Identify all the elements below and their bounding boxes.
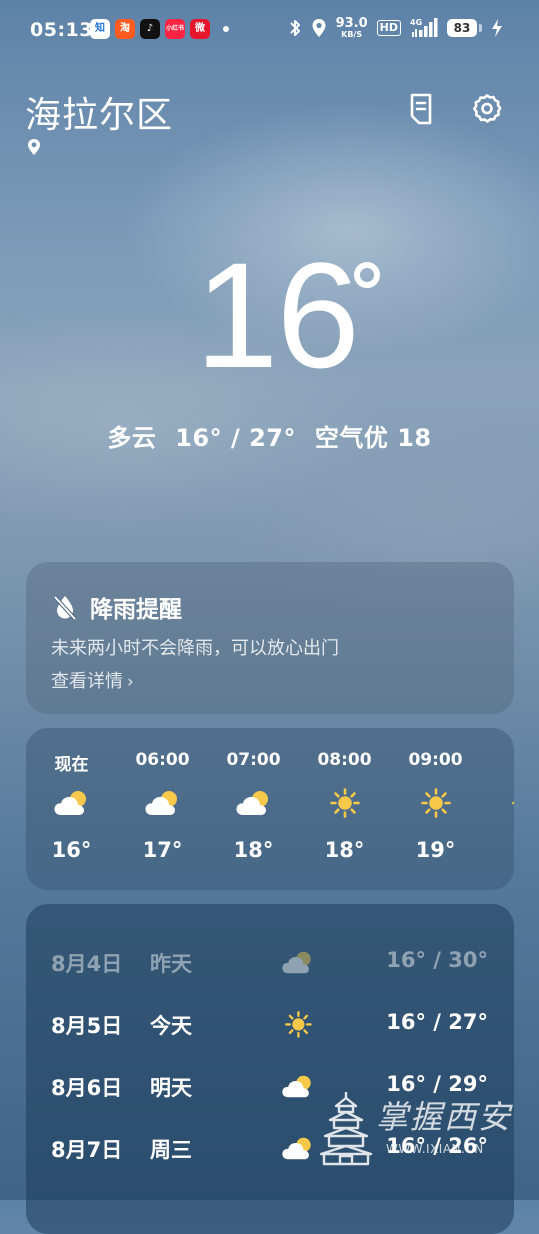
today-range: 16° / 27°	[175, 424, 296, 452]
hourly-temp: 18°	[324, 838, 365, 862]
partly-cloudy-icon	[144, 778, 182, 828]
chevron-right-icon: ›	[127, 672, 134, 692]
rain-alert-description: 未来两小时不会降雨，可以放心出门	[51, 638, 339, 659]
daily-forecast-row[interactable]: 8月4日 昨天 16° / 30°	[26, 942, 514, 982]
hourly-item[interactable]: 09:00 19°	[390, 750, 481, 862]
watermark-logo: 掌握西安 WWW.IXIAN.CN	[318, 1090, 518, 1170]
daily-date: 8月6日	[51, 1076, 123, 1100]
gear-icon	[473, 94, 502, 123]
status-time: 05:13	[30, 19, 93, 41]
pagoda-icon	[319, 1092, 373, 1166]
hourly-time: 现在	[54, 755, 89, 775]
daily-date: 8月4日	[51, 952, 123, 976]
signal-icon: 4G	[410, 18, 438, 38]
sunny-icon	[329, 778, 361, 828]
weibo-app-icon: 微	[190, 19, 210, 39]
hourly-time: 08:00	[317, 750, 372, 770]
daily-temp-range: 16° / 30°	[386, 948, 488, 972]
partly-cloudy-icon	[235, 778, 273, 828]
notification-app-icons: 知淘 ♪ 小红书微	[90, 19, 229, 39]
hourly-item[interactable]: 06:00 17°	[117, 750, 208, 862]
view-details-link[interactable]: 查看详情 ›	[51, 667, 134, 693]
document-list-icon	[410, 93, 432, 125]
daily-date: 8月5日	[51, 1014, 123, 1038]
status-bar: 05:13 知淘 ♪ 小红书微 93.0 KB/S HD 4G 83	[0, 0, 539, 62]
degree-symbol	[354, 262, 380, 288]
hourly-time: 09:00	[408, 750, 463, 770]
city-list-button[interactable]	[404, 92, 438, 126]
hourly-temp: 17°	[142, 838, 183, 862]
more-notifications-dot	[223, 26, 229, 32]
network-speed-value: 93.0	[335, 16, 368, 31]
hourly-temp: 18°	[233, 838, 274, 862]
bluetooth-icon	[289, 20, 300, 36]
hourly-item[interactable]: 08:00 18°	[299, 750, 390, 862]
hd-badge: HD	[376, 20, 401, 36]
location-title[interactable]: 海拉尔区	[25, 86, 173, 138]
charging-bolt-icon	[492, 19, 502, 37]
hourly-temp: 16°	[51, 838, 92, 862]
daily-day-name: 周三	[150, 1138, 192, 1162]
sunny-icon	[511, 778, 514, 828]
taobao-app-icon: 淘	[115, 19, 135, 39]
battery-indicator: 83	[447, 19, 482, 37]
view-details-label: 查看详情	[51, 671, 123, 692]
hourly-item[interactable]: 07:00 18°	[208, 750, 299, 862]
network-speed: 93.0 KB/S	[336, 17, 368, 39]
battery-level: 83	[447, 19, 477, 37]
location-status-icon	[312, 19, 326, 37]
hourly-item[interactable]: 1 2	[481, 750, 514, 862]
daily-temp-range: 16° / 27°	[386, 1010, 488, 1034]
hourly-forecast-list[interactable]: 现在 16° 06:00 17° 07:00 18° 08:00 18° 09:…	[26, 750, 514, 862]
partly-cloudy-icon	[53, 778, 91, 828]
partly-cloudy-icon	[278, 944, 318, 980]
watermark-text: 掌握西安	[376, 1098, 513, 1136]
watermark-url: WWW.IXIAN.CN	[386, 1142, 484, 1156]
zhihu-app-icon: 知	[90, 19, 110, 39]
hourly-forecast-card[interactable]: 现在 16° 06:00 17° 07:00 18° 08:00 18° 09:…	[26, 728, 514, 890]
no-rain-icon	[53, 595, 77, 621]
location-pin-icon	[28, 139, 40, 155]
sunny-icon	[278, 1006, 318, 1042]
current-temp-value: 16	[195, 231, 360, 399]
daily-day-name: 昨天	[150, 952, 192, 976]
xiaohongshu-app-icon: 小红书	[165, 19, 185, 39]
daily-day-name: 明天	[150, 1076, 192, 1100]
hourly-time: 06:00	[135, 750, 190, 770]
weather-summary: 多云 16° / 27° 空气优 18	[0, 418, 539, 453]
weather-condition: 多云	[107, 424, 157, 452]
hourly-time: 07:00	[226, 750, 281, 770]
rain-alert-card[interactable]: 降雨提醒 未来两小时不会降雨，可以放心出门 查看详情 ›	[26, 562, 514, 714]
daily-day-name: 今天	[150, 1014, 192, 1038]
battery-cap	[479, 24, 482, 32]
partly-cloudy-icon	[278, 1130, 318, 1166]
network-speed-unit: KB/S	[341, 30, 363, 39]
status-indicators: 93.0 KB/S HD 4G 83	[288, 17, 503, 39]
rain-alert-title: 降雨提醒	[90, 597, 182, 623]
air-quality[interactable]: 空气优 18	[315, 424, 432, 452]
hourly-item[interactable]: 现在 16°	[26, 750, 117, 862]
daily-date: 8月7日	[51, 1138, 123, 1162]
current-temperature: 16	[0, 240, 539, 390]
douyin-app-icon: ♪	[140, 19, 160, 39]
hourly-temp: 19°	[415, 838, 456, 862]
partly-cloudy-icon	[278, 1068, 318, 1104]
settings-button[interactable]	[470, 92, 504, 126]
sunny-icon	[420, 778, 452, 828]
rain-alert-header: 降雨提醒	[52, 590, 182, 624]
daily-forecast-card[interactable]: 8月4日 昨天 16° / 30° 8月5日 今天 16° / 27° 8月6日…	[26, 904, 514, 1234]
daily-forecast-row[interactable]: 8月5日 今天 16° / 27°	[26, 1004, 514, 1044]
